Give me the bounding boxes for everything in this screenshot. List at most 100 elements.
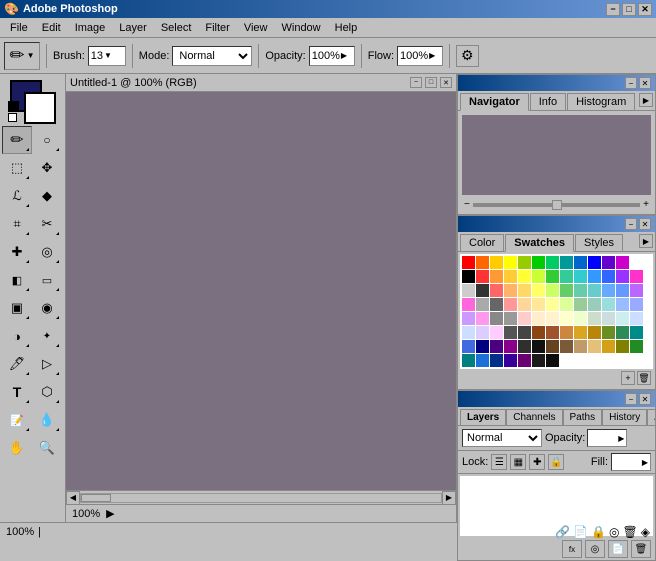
swatch-item[interactable] [560,256,573,269]
swatch-item[interactable] [574,284,587,297]
zoom-in-icon[interactable]: + [643,199,649,210]
status-icon-lock[interactable]: 🔒 [591,525,606,539]
menu-view[interactable]: View [238,20,274,36]
eyedropper-tool[interactable]: 💧 [32,406,62,434]
scroll-right-btn[interactable]: ▶ [442,491,456,505]
swatch-item[interactable] [490,326,503,339]
scroll-track-h[interactable] [80,493,442,503]
eraser-tool[interactable]: ▭ [32,266,62,294]
switch-colors-icon[interactable] [8,113,17,122]
swatches-new-btn[interactable]: + [621,371,635,385]
swatch-item[interactable] [532,270,545,283]
layers-panel-minimize[interactable]: − [625,393,637,405]
swatch-item[interactable] [490,298,503,311]
swatch-item[interactable] [574,312,587,325]
layers-fill-value[interactable]: ▶ [611,453,651,471]
layers-opacity-value[interactable]: ▶ [587,429,627,447]
tab-info[interactable]: Info [530,93,566,110]
swatch-item[interactable] [616,270,629,283]
swatch-item[interactable] [476,256,489,269]
menu-select[interactable]: Select [155,20,198,36]
swatch-item[interactable] [518,354,531,367]
swatch-item[interactable] [630,284,643,297]
lock-position-btn[interactable]: ✚ [529,454,545,470]
magic-wand-tool[interactable]: ◆ [32,182,62,210]
swatch-item[interactable] [602,340,615,353]
swatch-item[interactable] [574,340,587,353]
swatch-item[interactable] [490,312,503,325]
swatch-item[interactable] [462,298,475,311]
lock-image-btn[interactable]: ▦ [510,454,526,470]
canvas-close-btn[interactable]: ✕ [440,77,452,88]
swatch-item[interactable] [462,326,475,339]
type-tool[interactable]: T [2,378,32,406]
blur-tool[interactable]: ◉ [32,294,62,322]
swatch-item[interactable] [630,298,643,311]
swatch-item[interactable] [560,298,573,311]
swatch-item[interactable] [602,326,615,339]
swatch-item[interactable] [518,284,531,297]
swatch-item[interactable] [504,326,517,339]
flow-control[interactable]: 100% ▶ [397,46,443,66]
background-color[interactable] [24,92,56,124]
swatch-item[interactable] [630,326,643,339]
swatch-item[interactable] [462,340,475,353]
swatch-item[interactable] [490,340,503,353]
zoom-slider[interactable] [473,203,640,207]
swatch-item[interactable] [490,354,503,367]
swatch-item[interactable] [476,326,489,339]
tab-history-layers[interactable]: History [602,409,647,425]
canvas-minimize-btn[interactable]: − [410,77,422,88]
menu-layer[interactable]: Layer [113,20,153,36]
minimize-button[interactable]: − [606,3,620,16]
swatch-item[interactable] [616,312,629,325]
status-icon-link[interactable]: 🔗 [555,525,570,539]
scroll-left-btn[interactable]: ◀ [66,491,80,505]
swatch-item[interactable] [476,298,489,311]
swatch-item[interactable] [504,256,517,269]
clone-stamp-tool[interactable]: ◎ [32,238,62,266]
opacity-control[interactable]: 100% ▶ [309,46,355,66]
swatches-panel-options[interactable]: ▶ [639,234,653,248]
swatches-delete-btn[interactable]: 🗑 [637,371,651,385]
swatch-item[interactable] [490,256,503,269]
swatch-item[interactable] [616,284,629,297]
notes-tool[interactable]: 📝 [2,406,32,434]
slice-tool[interactable]: ✂ [32,210,62,238]
swatch-item[interactable] [462,256,475,269]
swatch-item[interactable] [518,256,531,269]
swatch-item[interactable] [532,256,545,269]
move-tool[interactable]: ✥ [32,154,62,182]
swatch-item[interactable] [532,312,545,325]
canvas-maximize-btn[interactable]: □ [425,77,437,88]
navigator-panel-options[interactable]: ▶ [639,93,653,107]
path-selection-tool[interactable]: ▷ [32,350,62,378]
swatch-item[interactable] [476,312,489,325]
new-layer-btn[interactable]: 📄 [608,540,628,558]
scroll-thumb-h[interactable] [81,494,111,502]
tab-swatches[interactable]: Swatches [505,234,574,252]
swatch-item[interactable] [490,270,503,283]
swatch-item[interactable] [574,326,587,339]
zoom-out-icon[interactable]: − [464,199,470,210]
menu-help[interactable]: Help [329,20,364,36]
swatch-item[interactable] [560,270,573,283]
swatch-item[interactable] [560,326,573,339]
healing-tool[interactable]: ✚ [2,238,32,266]
swatch-item[interactable] [602,284,615,297]
swatch-item[interactable] [560,340,573,353]
hand-tool[interactable]: ✋ [2,434,32,462]
swatch-item[interactable] [518,298,531,311]
pencil-tool[interactable]: ✏ [2,126,32,154]
canvas-content[interactable] [66,92,456,490]
tab-navigator[interactable]: Navigator [460,93,529,111]
shape-tool[interactable]: ⬡ [32,378,62,406]
layers-panel-close[interactable]: ✕ [639,393,651,405]
status-icon-circle[interactable]: ◎ [609,525,619,539]
menu-edit[interactable]: Edit [36,20,67,36]
swatch-item[interactable] [546,284,559,297]
add-layer-style-btn[interactable]: fx [562,540,582,558]
swatch-item[interactable] [462,312,475,325]
menu-window[interactable]: Window [276,20,327,36]
swatches-panel-minimize[interactable]: − [625,218,637,230]
